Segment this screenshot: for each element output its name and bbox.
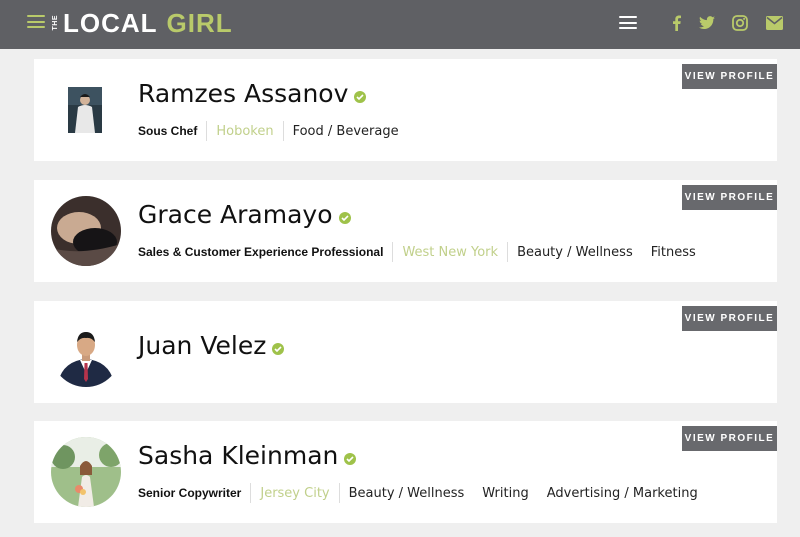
profile-location[interactable]: Hoboken (216, 124, 273, 139)
profile-card: VIEW PROFILE Ramzes Assanov Sous Chef Ho… (34, 59, 777, 161)
profile-name-text[interactable]: Juan Velez (138, 331, 266, 360)
verified-icon (338, 211, 351, 224)
profile-role: Sales & Customer Experience Professional (138, 245, 384, 259)
verified-icon (354, 90, 367, 103)
verified-icon (344, 452, 357, 465)
meta-divider (282, 121, 284, 141)
profile-name[interactable]: Grace Aramayo (138, 200, 351, 229)
email-icon[interactable] (764, 13, 784, 33)
profile-meta: Sous Chef Hoboken Food / Beverage (138, 121, 399, 141)
profile-avatar[interactable] (68, 87, 102, 133)
profile-category-tag[interactable]: Writing (482, 486, 528, 501)
site-logo[interactable]: THE LOCAL GIRL (52, 7, 233, 39)
verified-icon (272, 342, 285, 355)
profile-category-tag[interactable]: Advertising / Marketing (547, 486, 698, 501)
profile-name[interactable]: Sasha Kleinman (138, 441, 357, 470)
logo-the-text: THE (52, 15, 59, 31)
profile-card: VIEW PROFILE Grace Aramayo Sales & Custo… (34, 180, 777, 282)
instagram-icon[interactable] (731, 13, 749, 33)
profile-category-tag[interactable]: Fitness (651, 245, 696, 260)
profile-avatar[interactable] (51, 317, 121, 387)
profile-role: Sous Chef (138, 124, 198, 138)
view-profile-button[interactable]: VIEW PROFILE (682, 426, 777, 451)
meta-divider (250, 483, 252, 503)
profile-avatar[interactable] (51, 437, 121, 507)
view-profile-button[interactable]: VIEW PROFILE (682, 306, 777, 331)
profile-avatar[interactable] (51, 196, 121, 266)
meta-divider (338, 483, 340, 503)
profile-meta: Sales & Customer Experience Professional… (138, 242, 696, 262)
profile-location[interactable]: West New York (402, 245, 498, 260)
profile-meta: Senior Copywriter Jersey City Beauty / W… (138, 483, 698, 503)
profile-card: VIEW PROFILE Juan Velez (34, 301, 777, 403)
secondary-menu-icon[interactable] (619, 16, 637, 29)
logo-local-text: LOCAL (63, 7, 158, 38)
menu-icon[interactable] (27, 15, 45, 28)
meta-divider (206, 121, 208, 141)
profile-location[interactable]: Jersey City (260, 486, 329, 501)
profile-name-text[interactable]: Sasha Kleinman (138, 441, 338, 470)
profile-category-tag[interactable]: Food / Beverage (293, 124, 399, 139)
meta-divider (392, 242, 394, 262)
profile-category-tag[interactable]: Beauty / Wellness (349, 486, 465, 501)
profile-role: Senior Copywriter (138, 486, 242, 500)
view-profile-button[interactable]: VIEW PROFILE (682, 185, 777, 210)
logo-girl-text: GIRL (166, 7, 233, 38)
profile-category-tag[interactable]: Beauty / Wellness (517, 245, 633, 260)
facebook-icon[interactable] (668, 13, 684, 33)
top-navigation-bar: THE LOCAL GIRL (0, 0, 800, 49)
profile-name-text[interactable]: Ramzes Assanov (138, 79, 348, 108)
meta-divider (507, 242, 509, 262)
profile-name-text[interactable]: Grace Aramayo (138, 200, 333, 229)
twitter-icon[interactable] (698, 13, 716, 33)
profile-name[interactable]: Juan Velez (138, 331, 285, 360)
view-profile-button[interactable]: VIEW PROFILE (682, 64, 777, 89)
profile-card: VIEW PROFILE Sasha Kleinman Senior Copyw… (34, 421, 777, 523)
profile-name[interactable]: Ramzes Assanov (138, 79, 367, 108)
